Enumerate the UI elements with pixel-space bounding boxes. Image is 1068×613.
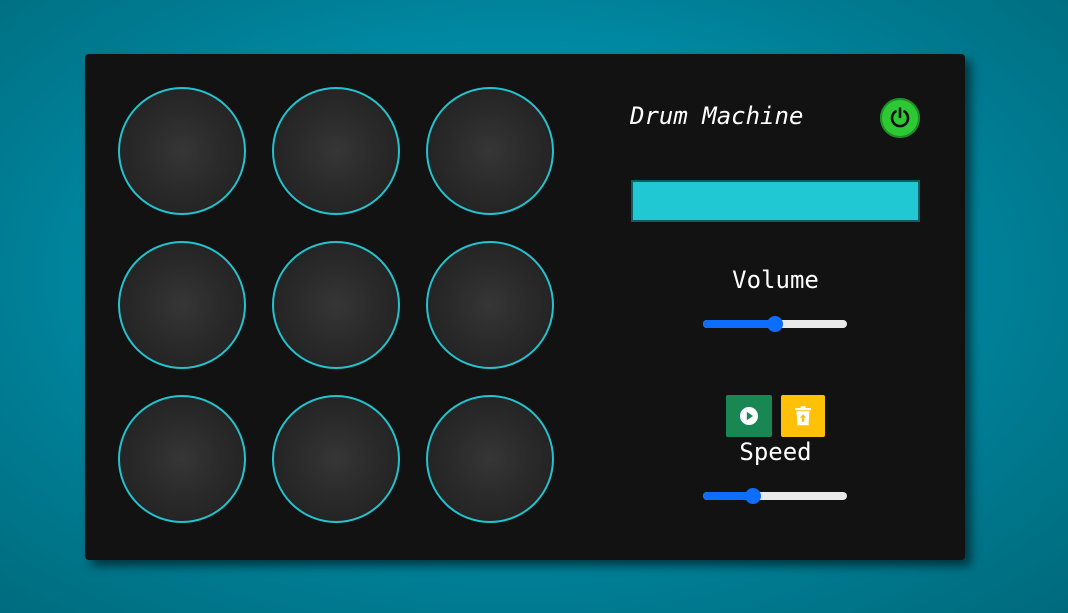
trash-icon [795, 406, 811, 426]
drum-pad-9[interactable] [426, 395, 554, 523]
power-icon [890, 107, 910, 128]
drum-pad-2[interactable] [272, 87, 400, 215]
play-icon [740, 407, 758, 425]
speed-label: Speed [739, 438, 812, 466]
volume-slider[interactable] [703, 316, 847, 332]
power-button[interactable] [880, 98, 920, 138]
drum-pad-6[interactable] [426, 241, 554, 369]
sound-display [631, 180, 920, 222]
drum-pad-8[interactable] [272, 395, 400, 523]
drum-machine-panel: Drum Machine Volume Speed [85, 54, 965, 560]
volume-slider-thumb[interactable] [767, 316, 783, 332]
drum-pad-5[interactable] [272, 241, 400, 369]
play-button[interactable] [726, 395, 772, 437]
app-title: Drum Machine [630, 102, 804, 130]
drum-pad-3[interactable] [426, 87, 554, 215]
drum-pad-1[interactable] [118, 87, 246, 215]
volume-slider-fill [703, 320, 775, 328]
drum-pad-7[interactable] [118, 395, 246, 523]
volume-label: Volume [732, 266, 819, 294]
speed-slider[interactable] [703, 488, 847, 504]
drum-pad-4[interactable] [118, 241, 246, 369]
speed-slider-thumb[interactable] [745, 488, 762, 504]
clear-button[interactable] [781, 395, 825, 437]
